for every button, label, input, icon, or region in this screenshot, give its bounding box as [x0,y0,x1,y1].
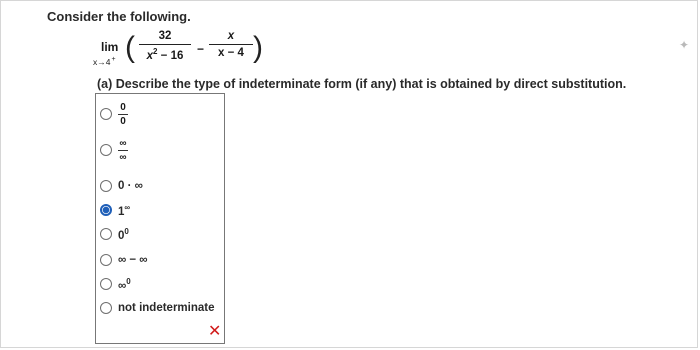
question-heading: Consider the following. [47,9,191,24]
fraction-term-2: x x − 4 [209,30,253,59]
option-label: ∞0 [118,276,131,292]
question-panel: Consider the following. ✦ lim x→4+ ( 32 … [0,0,698,348]
term2-denominator: x − 4 [218,47,244,59]
fraction-term-1: 32 x2 − 16 [139,30,191,62]
lim-approach: x→4+ [93,56,116,67]
option-label: 00 [118,226,129,242]
option-label: ∞ − ∞ [118,254,148,266]
option-label: 0 · ∞ [118,180,143,192]
radio-button[interactable] [100,180,112,192]
puzzle-icon[interactable]: ✦ [679,39,691,51]
open-paren: ( [125,31,135,64]
minus-operator: − [197,42,205,56]
radio-button[interactable] [100,144,112,156]
radio-button[interactable] [100,228,112,240]
option-zero-to-zero[interactable]: 00 [100,225,129,243]
radio-button-selected[interactable] [100,204,112,216]
x-mark-icon: ✕ [208,323,222,340]
term1-denominator: x2 − 16 [146,47,184,62]
option-label: 1∞ [118,202,131,218]
term1-numerator: 32 [158,30,172,42]
part-a-question: (a) Describe the type of indeterminate f… [97,77,627,91]
option-inf-minus-inf[interactable]: ∞ − ∞ [100,251,148,269]
option-label: 00 [118,102,128,127]
answer-options: 00 ∞∞ 0 · ∞ 1∞ 00 ∞ − ∞ ∞0 not indeterm [95,93,225,344]
radio-button[interactable] [100,254,112,266]
option-inf-over-inf[interactable]: ∞ ∞ [100,136,128,164]
radio-button[interactable] [100,302,112,314]
radio-button[interactable] [100,108,112,120]
option-label: not indeterminate [118,302,215,314]
option-inf-to-zero[interactable]: ∞0 [100,275,131,293]
term2-numerator: x [227,30,235,42]
radio-button[interactable] [100,278,112,290]
close-paren: ) [253,31,263,64]
lim-label: lim [101,40,119,54]
option-not-indeterminate[interactable]: not indeterminate [100,299,214,317]
option-one-to-inf[interactable]: 1∞ [100,201,130,219]
limit-expression: lim x→4+ ( 32 x2 − 16 − x x − 4 ) [89,30,289,70]
option-label: ∞ ∞ [118,137,128,163]
option-zero-over-zero[interactable]: 00 [100,100,128,128]
option-zero-times-inf[interactable]: 0 · ∞ [100,177,143,195]
